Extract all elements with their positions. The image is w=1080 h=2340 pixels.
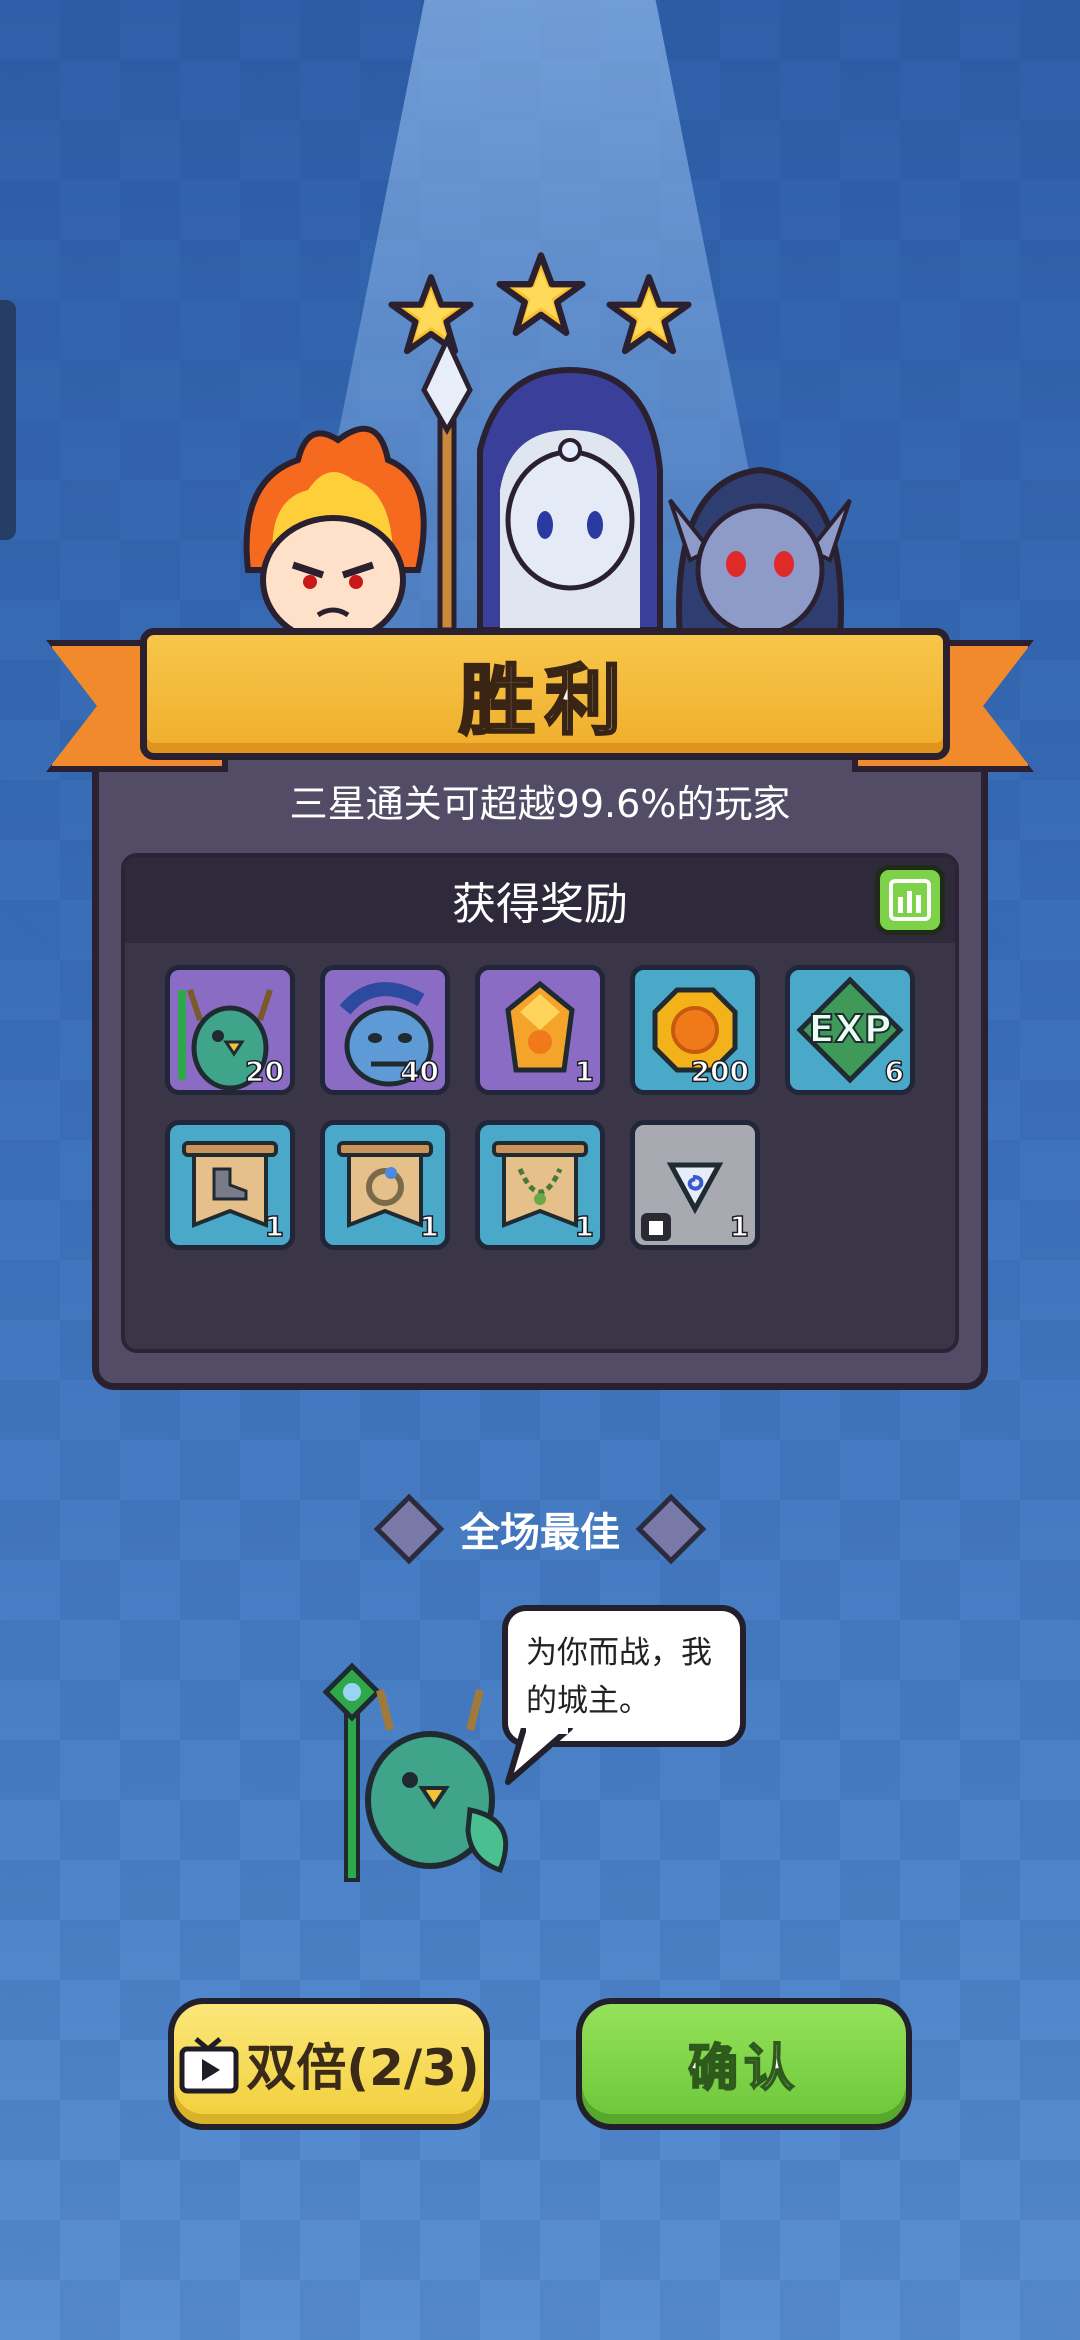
speech-bubble: 为你而战，我的城主。 (502, 1605, 746, 1747)
reward-item[interactable]: 1 (475, 965, 605, 1095)
side-handle[interactable] (0, 300, 16, 540)
fire-hero-portrait (243, 425, 427, 645)
rewards-header: 获得奖励 (125, 857, 955, 943)
confirm-label: 确认 (687, 2038, 800, 2098)
reward-qty: 1 (574, 1209, 595, 1244)
result-panel: 三星通关可超越99.6%的玩家 获得奖励 20 40 1 200 EXP 6 1… (92, 730, 988, 1390)
mvp-label-row: 全场最佳 (0, 1493, 1080, 1565)
reward-item[interactable]: 1 (165, 1120, 295, 1250)
tv-ad-icon (179, 2037, 239, 2094)
reward-item[interactable]: 1 (320, 1120, 450, 1250)
ice-mage-hero-portrait (421, 334, 663, 633)
reward-qty: 1 (264, 1209, 285, 1244)
reward-item[interactable]: EXP 6 (785, 965, 915, 1095)
diamond-icon (635, 1493, 707, 1565)
reward-qty: 1 (574, 1054, 595, 1089)
reward-item[interactable]: 20 (165, 965, 295, 1095)
confirm-button[interactable]: 确认 (576, 1998, 912, 2130)
reward-qty: 6 (884, 1054, 905, 1089)
mvp-label: 全场最佳 (460, 1510, 620, 1556)
reward-qty: 1 (729, 1209, 750, 1244)
victory-banner: 胜利 (140, 628, 950, 760)
reward-qty: 1 (419, 1209, 440, 1244)
reward-qty: 40 (399, 1054, 439, 1089)
speech-bubble-tail (505, 1728, 573, 1785)
bar-chart-icon (889, 879, 931, 921)
stats-button[interactable] (875, 865, 945, 935)
reward-item[interactable]: 200 (630, 965, 760, 1095)
reward-item[interactable]: 40 (320, 965, 450, 1095)
victory-screen: 三星通关可超越99.6%的玩家 获得奖励 20 40 1 200 EXP 6 1… (0, 0, 1080, 2340)
rewards-title: 获得奖励 (452, 879, 628, 930)
reward-item[interactable]: 1 (475, 1120, 605, 1250)
double-reward-label: 双倍(2/3) (246, 2039, 480, 2097)
dark-elf-hero-portrait (668, 466, 852, 640)
rewards-box: 获得奖励 20 40 1 200 EXP 6 1 1 1 1 (121, 853, 959, 1353)
reward-qty: 20 (244, 1054, 284, 1089)
result-subtitle: 三星通关可超越99.6%的玩家 (289, 782, 791, 826)
svg-text:EXP: EXP (808, 1007, 891, 1051)
mvp-owl-hero (322, 1662, 509, 1882)
victory-title: 胜利 (458, 655, 631, 747)
diamond-icon (373, 1493, 445, 1565)
reward-item[interactable]: 1 (630, 1120, 760, 1250)
reward-qty: 200 (690, 1054, 750, 1089)
star-icon (496, 252, 586, 336)
double-reward-button[interactable]: 双倍(2/3) (168, 1998, 490, 2130)
